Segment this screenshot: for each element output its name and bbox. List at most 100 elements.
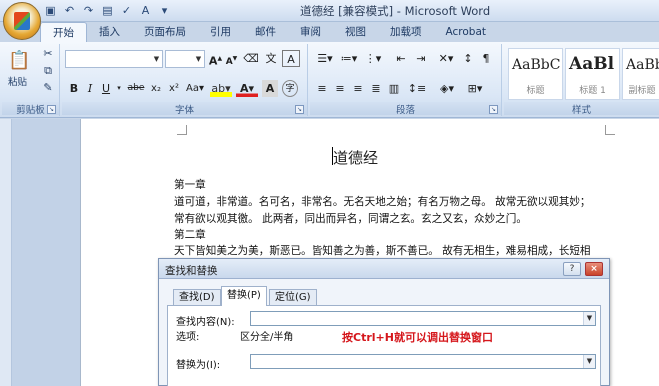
align-left-icon[interactable]: ≡ [314, 80, 330, 97]
bullets-icon[interactable]: ☰▾ [314, 50, 336, 67]
paragraph-launcher-icon[interactable]: ↘ [489, 105, 498, 114]
sort-icon[interactable]: ↕ [460, 50, 476, 67]
paste-label[interactable]: 粘贴 [8, 74, 27, 88]
document-line: 第二章 [174, 229, 206, 241]
highlight-icon[interactable]: ab▾ [210, 80, 232, 97]
format-painter-icon[interactable]: ✎ [40, 80, 56, 96]
align-right-icon[interactable]: ≡ [350, 80, 366, 97]
increase-indent-icon[interactable]: ⇥ [412, 50, 430, 67]
crop-mark [177, 125, 187, 135]
paste-icon[interactable]: 📋 [8, 50, 30, 72]
font-size-dropdown[interactable]: ▼ [165, 50, 205, 68]
tab-mailings[interactable]: 邮件 [243, 22, 288, 42]
shrink-font-button[interactable]: A▼ [224, 50, 239, 67]
find-what-input[interactable]: ▼ [250, 311, 596, 326]
style-name: 标题 1 [579, 86, 606, 96]
help-button[interactable]: ? [563, 262, 581, 276]
document-line: 道可道，非常道。名可名，非常名。无名天地之始；有名万物之母。 故常无欲以观其妙； [174, 196, 591, 208]
tab-review[interactable]: 审阅 [288, 22, 333, 42]
window-title: 道德经 [兼容模式] - Microsoft Word [300, 4, 491, 18]
font-name-dropdown[interactable]: ▼ [65, 50, 163, 68]
save-icon[interactable]: ▣ [42, 3, 59, 19]
italic-button[interactable]: I [83, 80, 97, 97]
justify-icon[interactable]: ≣ [368, 80, 384, 97]
distributed-icon[interactable]: ▥ [386, 80, 402, 97]
align-center-icon[interactable]: ≡ [332, 80, 348, 97]
style-heading-1[interactable]: AaBl 标题 1 [565, 48, 620, 100]
show-marks-icon[interactable]: ¶ [478, 50, 494, 67]
options-value: 区分全/半角 [240, 332, 294, 343]
multilevel-list-icon[interactable]: ⋮▾ [362, 50, 384, 67]
style-sample: AaBb [626, 57, 659, 73]
font-launcher-icon[interactable]: ↘ [295, 105, 304, 114]
change-case-button[interactable]: Aa▾ [184, 80, 206, 97]
replace-with-label: 替换为(I): [176, 360, 221, 371]
dialog-title: 查找和替换 [165, 265, 218, 277]
paragraph-group-label: 段落 [310, 102, 501, 116]
tab-acrobat[interactable]: Acrobat [434, 22, 499, 42]
style-subtitle[interactable]: AaBb 副标题 [622, 48, 659, 100]
undo-icon[interactable]: ↶ [61, 3, 78, 19]
cut-icon[interactable]: ✂ [40, 46, 56, 62]
shading-icon[interactable]: ◈▾ [434, 80, 460, 97]
document-line: 第一章 [174, 179, 206, 191]
tab-find[interactable]: 查找(D) [173, 289, 221, 305]
styles-group-label: 样式 [504, 102, 659, 116]
font-color-icon[interactable]: A▾ [236, 80, 258, 97]
close-button[interactable]: × [585, 262, 603, 276]
chinese-layout-icon[interactable]: ✕▾ [434, 50, 458, 67]
phonetic-guide-icon[interactable]: 文 [262, 50, 280, 67]
tab-references[interactable]: 引用 [198, 22, 243, 42]
bold-button[interactable]: B [67, 80, 81, 97]
enclose-char-icon[interactable]: 字 [282, 80, 298, 97]
print-preview-icon[interactable]: ▤ [99, 3, 116, 19]
quick-access-toolbar: ▣ ↶ ↷ ▤ ✓ A ▾ [42, 3, 173, 19]
style-name: 标题 [526, 86, 545, 96]
tab-page-layout[interactable]: 页面布局 [132, 22, 198, 42]
underline-button[interactable]: U [99, 80, 113, 97]
strikethrough-button[interactable]: abe [126, 80, 146, 97]
document-line: 常有欲以观其徼。 此两者，同出而异名，同谓之玄。玄之又玄，众妙之门。 [174, 213, 527, 225]
customize-qat-icon[interactable]: ▾ [156, 3, 173, 19]
tab-view[interactable]: 视图 [333, 22, 378, 42]
font-group-label: 字体 [62, 102, 307, 116]
office-button[interactable] [3, 2, 41, 40]
line-spacing-icon[interactable]: ↕≡ [406, 80, 428, 97]
font-group: ▼ ▼ A▲ A▼ ⌫ 文 A B I U ▾ abe x₂ x² Aa▾ ab… [62, 44, 308, 116]
superscript-button[interactable]: x² [166, 80, 182, 97]
decrease-indent-icon[interactable]: ⇤ [392, 50, 410, 67]
document-title: 道德经 [333, 149, 379, 167]
crop-mark [605, 125, 615, 135]
borders-icon[interactable]: ⊞▾ [462, 80, 488, 97]
ribbon: 📋 粘贴 ✂ ⧉ ✎ 剪贴板 ↘ ▼ ▼ A▲ A▼ ⌫ 文 A B I U ▾… [0, 42, 659, 118]
clear-format-icon[interactable]: ⌫ [242, 50, 260, 67]
find-what-label: 查找内容(N): [176, 317, 235, 328]
spelling-icon[interactable]: ✓ [118, 3, 135, 19]
style-sample: AaBl [569, 54, 615, 74]
document-line: 天下皆知美之为美，斯恶已。皆知善之为善，斯不善已。 故有无相生，难易相成，长短相 [174, 245, 591, 257]
tab-addins[interactable]: 加载项 [378, 22, 434, 42]
chevron-down-icon[interactable]: ▼ [583, 355, 595, 368]
tab-insert[interactable]: 插入 [87, 22, 132, 42]
tab-replace[interactable]: 替换(P) [221, 286, 267, 306]
numbering-icon[interactable]: ≔▾ [338, 50, 360, 67]
find-replace-dialog: 查找和替换 ? × 查找(D) 查找内容(N): ▼ 选项: 区分全/半角 按C… [158, 258, 610, 386]
style-title[interactable]: AaBbC 标题 [508, 48, 563, 100]
subscript-button[interactable]: x₂ [148, 80, 164, 97]
chevron-down-icon: ▼ [153, 55, 160, 63]
char-shading-icon[interactable]: A [262, 80, 278, 97]
dialog-title-bar[interactable]: 查找和替换 ? × [159, 259, 609, 279]
redo-icon[interactable]: ↷ [80, 3, 97, 19]
shortcut-hint: 按Ctrl+H就可以调出替换窗口 [342, 331, 493, 344]
style-sample: AaBbC [512, 57, 561, 73]
font-color-qat-icon[interactable]: A [137, 3, 154, 19]
replace-with-input[interactable]: ▼ [250, 354, 596, 369]
tab-goto[interactable]: 定位(G) [269, 289, 317, 305]
chevron-down-icon[interactable]: ▼ [583, 312, 595, 325]
char-border-icon[interactable]: A [282, 50, 300, 67]
tab-home[interactable]: 开始 [40, 22, 87, 43]
grow-font-button[interactable]: A▲ [208, 50, 223, 68]
copy-icon[interactable]: ⧉ [40, 63, 56, 79]
clipboard-launcher-icon[interactable]: ↘ [47, 105, 56, 114]
underline-dropdown-icon[interactable]: ▾ [115, 80, 123, 97]
